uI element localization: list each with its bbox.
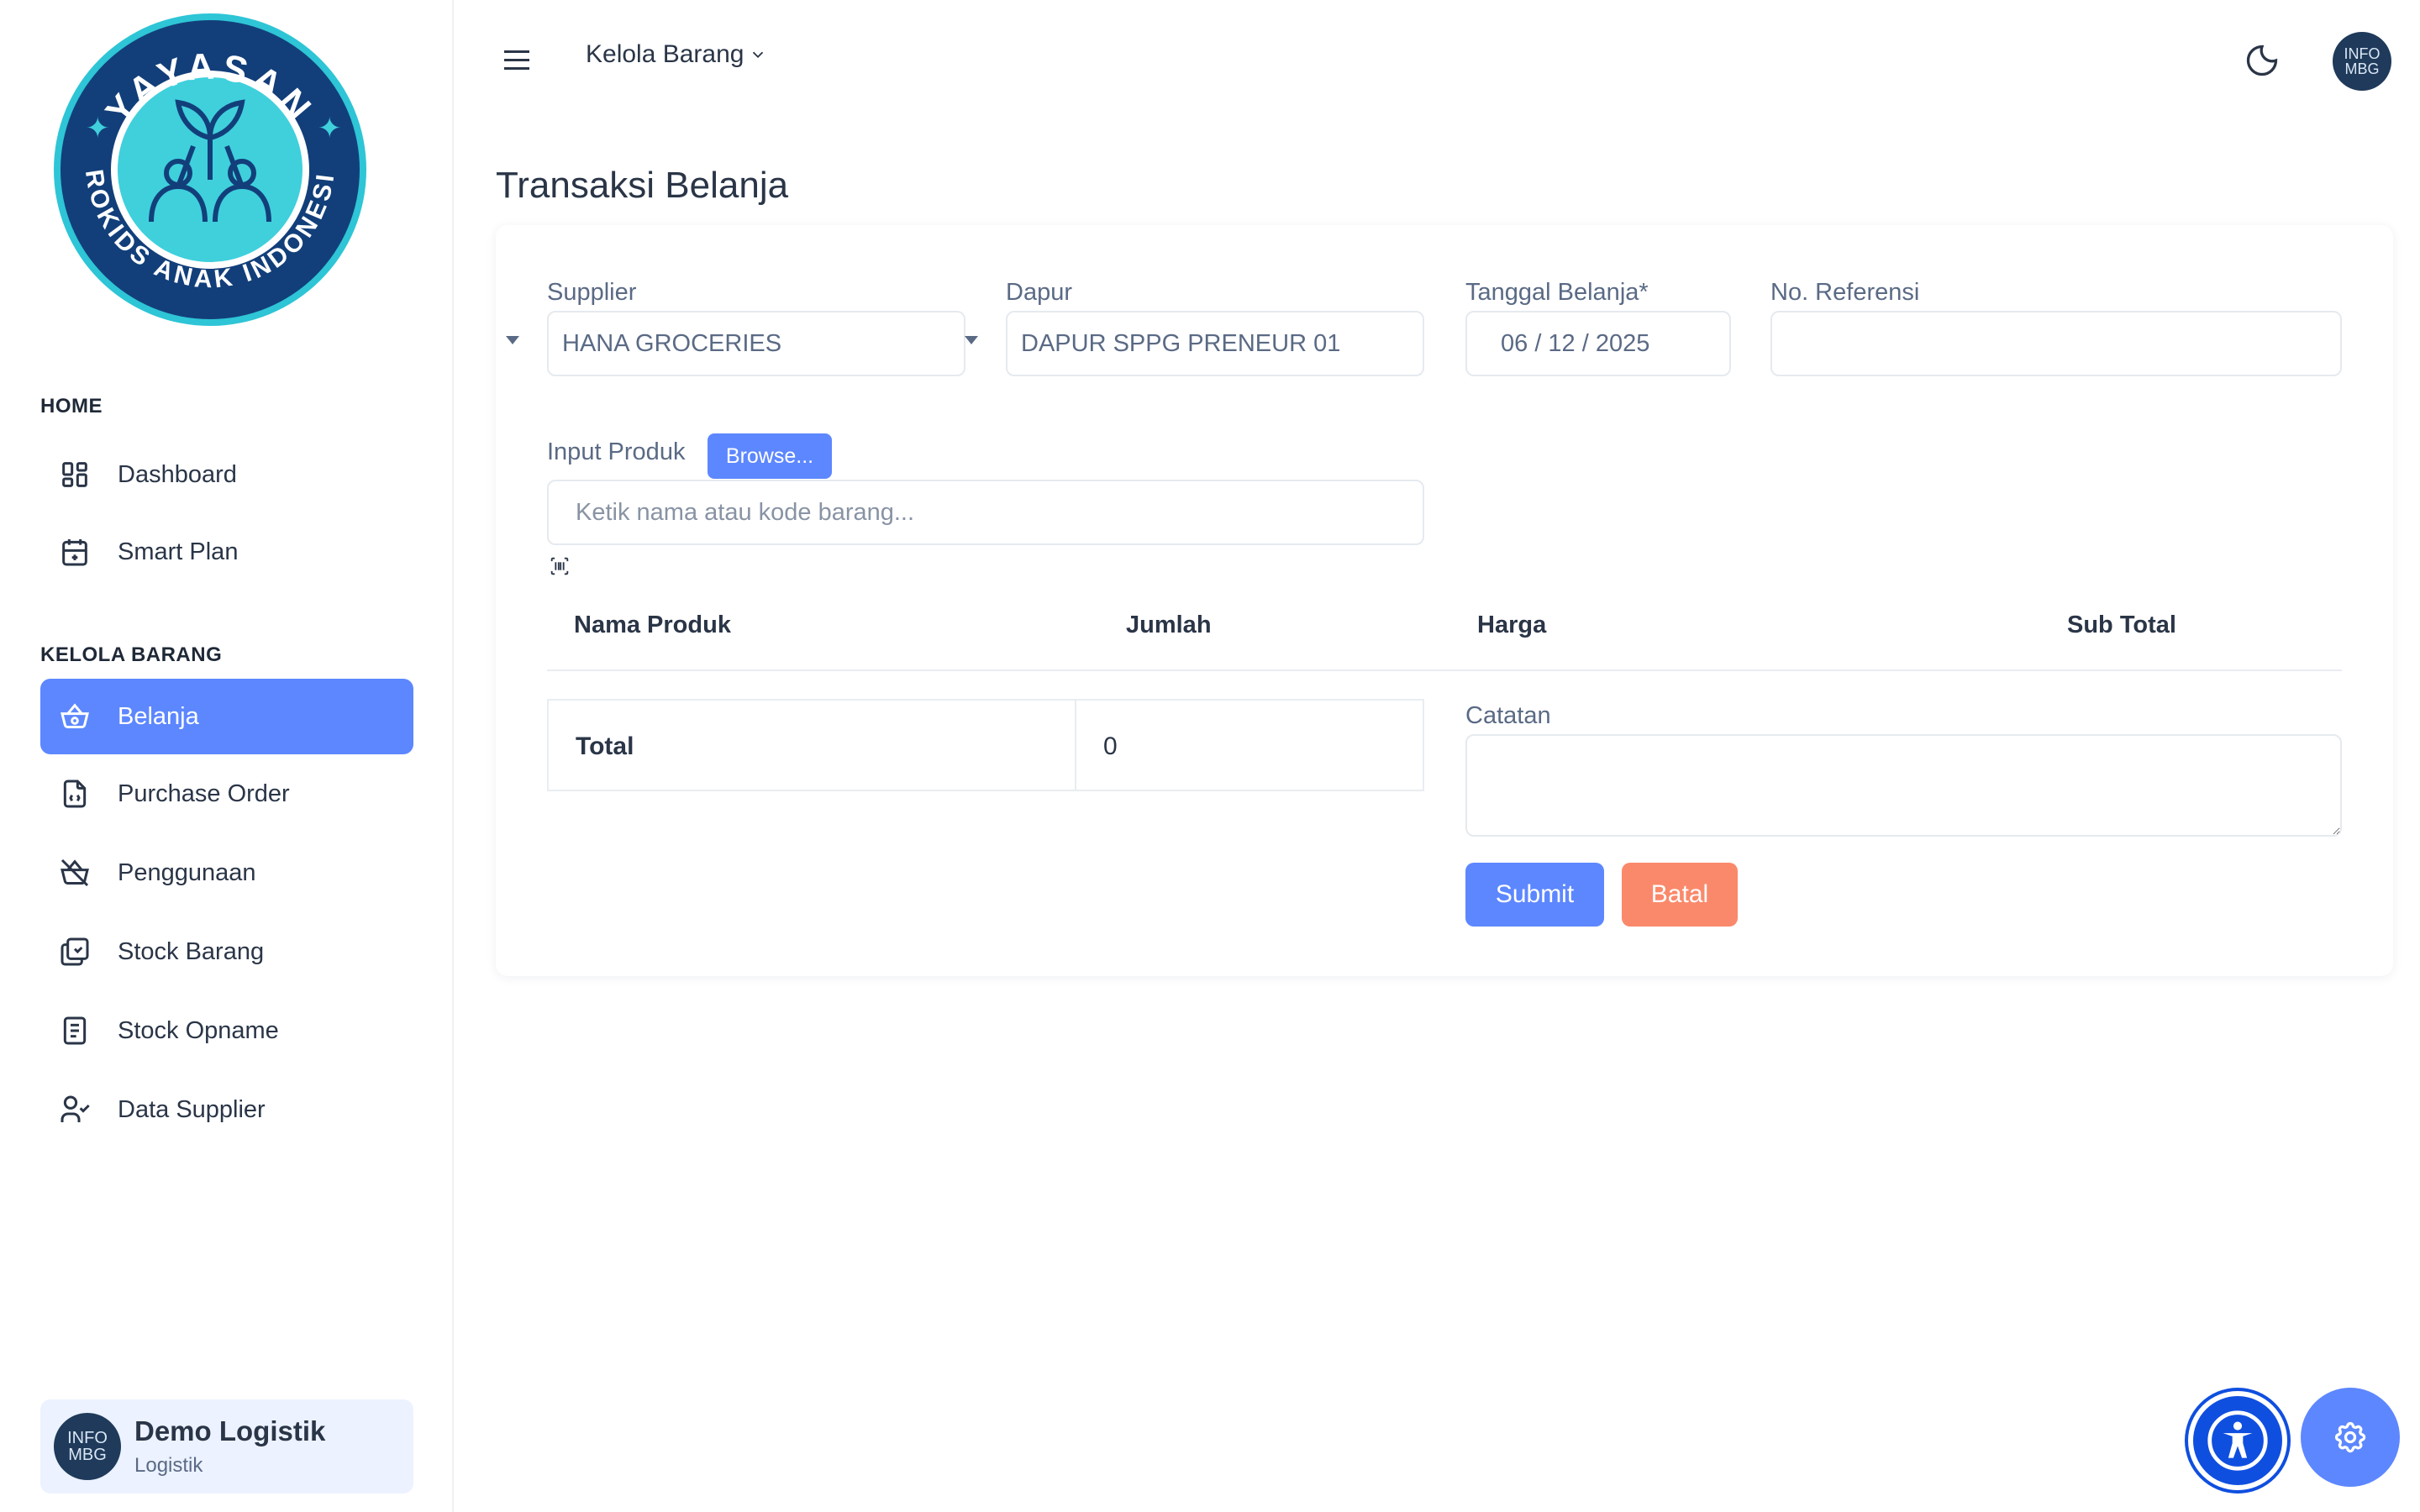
gear-icon [2334,1421,2366,1453]
sidebar-item-smart-plan[interactable]: Smart Plan [40,514,413,590]
dapur-label: Dapur [1006,279,1072,306]
user-check-icon [57,1092,92,1127]
submit-button[interactable]: Submit [1465,863,1604,927]
column-header-sub-total: Sub Total [2067,612,2176,638]
page-title: Transaksi Belanja [496,165,789,206]
menu-toggle-button[interactable] [501,47,534,74]
box-multiple-icon [57,934,92,969]
sidebar-item-penggunaan[interactable]: Penggunaan [40,835,413,911]
total-value: 0 [1103,732,1118,760]
svg-text:✦: ✦ [318,112,342,145]
sidebar: ✦ ✦ YAYASAN PROKIDS ANAK INDONESIA HOME … [0,0,454,1512]
column-header-nama-produk: Nama Produk [574,612,731,638]
tanggal-label: Tanggal Belanja* [1465,279,1649,306]
catatan-textarea[interactable] [1465,734,2342,837]
sidebar-item-label: Stock Opname [118,1016,279,1044]
sidebar-item-label: Penggunaan [118,858,256,886]
referensi-input[interactable] [1770,311,2342,376]
supplier-select[interactable]: HANA GROCERIES [547,311,965,376]
referensi-label: No. Referensi [1770,279,1920,306]
avatar-line1: INFO [2344,45,2381,62]
header-avatar[interactable]: INFO MBG [2333,32,2391,91]
table-header-divider [547,669,2342,671]
tanggal-date-input[interactable]: 06 / 12 / 2025 [1465,311,1731,376]
sidebar-item-label: Belanja [118,702,199,730]
svg-text:✦: ✦ [86,112,110,145]
total-table-divider [1075,701,1076,790]
accessibility-icon [2207,1410,2268,1471]
supplier-caret-icon[interactable] [506,336,519,344]
catatan-label: Catatan [1465,702,1551,729]
avatar-line2: MBG [68,1446,107,1464]
barcode-icon [550,557,569,575]
user-profile-card[interactable]: INFO MBG Demo Logistik Logistik [40,1399,413,1494]
user-role: Logistik [134,1454,203,1477]
moon-icon [2246,45,2278,76]
sidebar-item-dashboard[interactable]: Dashboard [40,437,413,512]
sidebar-item-stock-barang[interactable]: Stock Barang [40,914,413,990]
sidebar-item-label: Data Supplier [118,1095,266,1123]
section-title-home: HOME [40,395,103,417]
barcode-scan-button[interactable] [548,554,571,578]
sidebar-item-label: Purchase Order [118,780,290,807]
cancel-button[interactable]: Batal [1622,863,1738,927]
breadcrumb-label: Kelola Barang [586,40,744,68]
column-header-harga: Harga [1477,612,1547,638]
user-name: Demo Logistik [134,1415,326,1446]
sidebar-item-purchase-order[interactable]: Purchase Order [40,756,413,832]
total-label: Total [576,732,634,760]
dark-mode-toggle[interactable] [2244,42,2281,79]
basket-off-icon [57,855,92,890]
total-table: Total 0 [547,699,1424,791]
calendar-plus-icon [57,534,92,570]
input-produk-label: Input Produk [547,438,686,465]
dapur-value: DAPUR SPPG PRENEUR 01 [1021,329,1341,357]
sidebar-item-belanja[interactable]: Belanja [40,679,413,754]
avatar-line1: INFO [67,1429,108,1447]
basket-icon [57,699,92,734]
browse-button[interactable]: Browse... [708,433,832,479]
dapur-caret-icon[interactable] [965,336,978,344]
tanggal-value: 06 / 12 / 2025 [1501,329,1650,357]
sidebar-item-label: Dashboard [118,460,237,488]
breadcrumb-dropdown[interactable]: Kelola Barang [586,40,767,69]
product-search-input[interactable] [547,480,1424,545]
dapur-select[interactable]: DAPUR SPPG PRENEUR 01 [1006,311,1424,376]
dashboard-icon [57,457,92,492]
chevron-down-icon [753,51,764,59]
file-invoice-icon [57,776,92,811]
hamburger-icon [504,50,529,70]
avatar: INFO MBG [54,1413,121,1480]
sidebar-item-label: Smart Plan [118,538,239,565]
supplier-label: Supplier [547,279,637,306]
sidebar-item-label: Stock Barang [118,937,265,965]
column-header-jumlah: Jumlah [1126,612,1212,638]
section-title-kelola-barang: KELOLA BARANG [40,643,223,666]
settings-button[interactable] [2301,1388,2400,1487]
yayasan-logo[interactable]: ✦ ✦ YAYASAN PROKIDS ANAK INDONESIA [41,0,368,328]
file-text-icon [57,1013,92,1048]
supplier-value: HANA GROCERIES [562,329,782,357]
sidebar-item-data-supplier[interactable]: Data Supplier [40,1072,413,1147]
accessibility-button[interactable] [2188,1391,2287,1490]
sidebar-item-stock-opname[interactable]: Stock Opname [40,993,413,1068]
avatar-line2: MBG [2344,60,2380,77]
